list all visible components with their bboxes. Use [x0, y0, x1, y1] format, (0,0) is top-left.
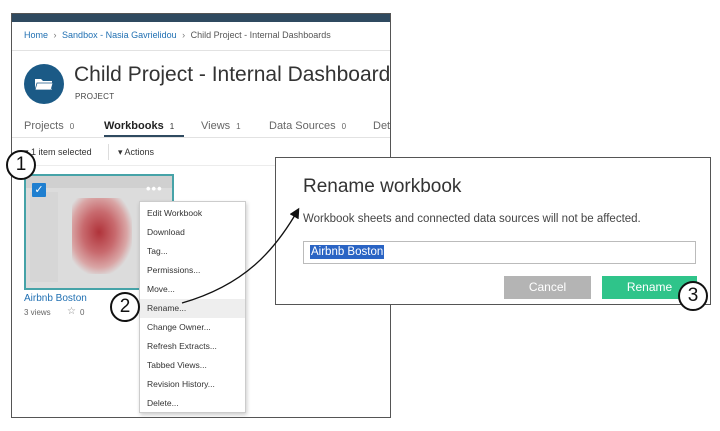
breadcrumb-current: Child Project - Internal Dashboards — [190, 30, 331, 40]
thumbnail-sidebar — [30, 192, 58, 282]
top-navigation-bar — [12, 14, 390, 22]
tab-count: 0 — [69, 122, 75, 131]
selection-count-text: 1 item selected — [31, 147, 92, 157]
menu-item-move[interactable]: Move... — [140, 280, 245, 299]
menu-item-change-owner[interactable]: Change Owner... — [140, 318, 245, 337]
workbook-context-menu: Edit Workbook Download Tag... Permission… — [139, 201, 246, 413]
tab-label: Workbooks — [104, 120, 164, 132]
breadcrumb-separator: › — [182, 30, 186, 40]
menu-item-revision-history[interactable]: Revision History... — [140, 375, 245, 394]
selection-status[interactable]: ▾ 1 item selected — [24, 147, 92, 158]
menu-item-refresh-extracts[interactable]: Refresh Extracts... — [140, 337, 245, 356]
favorites-count: 0 — [80, 308, 85, 317]
tab-label: Views — [201, 120, 231, 132]
divider — [108, 144, 109, 160]
page-title: Child Project - Internal Dashboards — [74, 63, 391, 86]
tab-count: 0 — [341, 122, 347, 131]
dialog-title: Rename workbook — [303, 176, 462, 197]
workbook-name-input-value[interactable]: Airbnb Boston — [310, 245, 385, 259]
workbook-views-count: 3 views — [24, 308, 51, 317]
tab-views[interactable]: Views 1 — [201, 120, 241, 132]
tab-data-sources[interactable]: Data Sources 0 — [269, 120, 346, 132]
project-type-label: PROJECT — [75, 92, 115, 101]
breadcrumb: Home › Sandbox - Nasia Gavrielidou › Chi… — [24, 30, 331, 40]
breadcrumb-sandbox[interactable]: Sandbox - Nasia Gavrielidou — [62, 30, 177, 40]
menu-item-tabbed-views[interactable]: Tabbed Views... — [140, 356, 245, 375]
divider — [12, 137, 390, 138]
menu-item-edit-workbook[interactable]: Edit Workbook — [140, 204, 245, 223]
thumbnail-map — [72, 198, 132, 274]
breadcrumb-home[interactable]: Home — [24, 30, 48, 40]
menu-item-rename[interactable]: Rename... — [140, 299, 245, 318]
menu-item-delete[interactable]: Delete... — [140, 394, 245, 413]
tab-label: Projects — [24, 120, 64, 132]
callout-marker-1: 1 — [6, 150, 36, 180]
callout-marker-2: 2 — [110, 292, 140, 322]
breadcrumb-separator: › — [53, 30, 57, 40]
actions-dropdown[interactable]: ▾ Actions — [118, 147, 154, 158]
workbook-name-link[interactable]: Airbnb Boston — [24, 293, 87, 304]
tab-count: 1 — [236, 122, 241, 131]
menu-item-permissions[interactable]: Permissions... — [140, 261, 245, 280]
folder-icon — [24, 64, 64, 104]
tab-workbooks[interactable]: Workbooks 1 — [104, 120, 174, 132]
actions-label: Actions — [124, 147, 155, 157]
star-icon[interactable]: ☆ — [67, 306, 76, 317]
tab-details[interactable]: Det — [373, 120, 390, 132]
tab-label: Det — [373, 120, 391, 132]
caret-down-icon: ▾ — [118, 147, 123, 157]
tab-count: 1 — [169, 122, 175, 131]
callout-marker-3: 3 — [678, 281, 708, 311]
menu-item-download[interactable]: Download — [140, 223, 245, 242]
cancel-button[interactable]: Cancel — [504, 276, 591, 299]
tab-label: Data Sources — [269, 120, 336, 132]
divider — [12, 50, 390, 51]
rename-workbook-dialog: Rename workbook Workbook sheets and conn… — [275, 157, 711, 305]
dialog-message: Workbook sheets and connected data sourc… — [303, 213, 641, 225]
menu-item-tag[interactable]: Tag... — [140, 242, 245, 261]
checkmark-icon[interactable]: ✓ — [32, 183, 46, 197]
tab-projects[interactable]: Projects 0 — [24, 120, 74, 132]
ellipsis-icon[interactable]: ••• — [146, 181, 163, 196]
